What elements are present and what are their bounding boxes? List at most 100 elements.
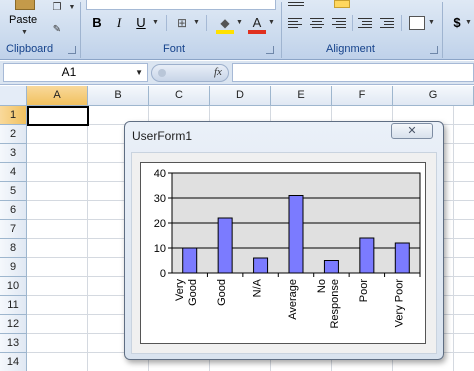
copy-dropdown-icon[interactable]: ▼ [64,2,80,14]
userform-dialog: UserForm1 ✕ 0 10 20 30 40 Very Good Good N/A Aver… [124,121,444,360]
close-button[interactable]: ✕ [391,123,433,139]
bar-7 [394,242,410,274]
column-header-e[interactable]: E [271,86,332,106]
row-header-11[interactable]: 11 [0,296,27,315]
formula-bar: A1 ▼ fx [0,61,474,85]
align-center-icon[interactable] [310,16,326,30]
align-top-icon[interactable] [288,0,304,8]
clipboard-launcher-icon[interactable] [68,46,76,54]
italic-button[interactable]: I [110,13,128,33]
row-header-7[interactable]: 7 [0,220,27,239]
chart-image: 0 10 20 30 40 Very Good Good N/A Average No Respons… [140,162,426,344]
font-color-swatch [248,30,266,34]
userform-client-area: 0 10 20 30 40 Very Good Good N/A Average No Respons… [131,152,437,354]
bar-2 [217,217,233,274]
font-launcher-icon[interactable] [266,46,274,54]
column-header-c[interactable]: C [149,86,210,106]
row-header-4[interactable]: 4 [0,163,27,182]
underline-dropdown-icon[interactable]: ▼ [152,13,159,33]
paste-button[interactable]: Paste ▼ [6,0,44,38]
insert-function-button[interactable]: fx [214,66,222,78]
alignment-group-label: Alignment [326,43,375,55]
x-tick-label: Very [174,279,186,302]
column-header-d[interactable]: D [210,86,271,106]
y-tick-label: 10 [154,243,166,255]
merge-center-icon[interactable] [409,16,425,30]
bar-chart: 010203040Very Good Good N/A Average No Respons… [154,168,421,329]
format-painter-icon[interactable]: ✎ [49,24,65,36]
row-header-12[interactable]: 12 [0,315,27,334]
row-header-9[interactable]: 9 [0,258,27,277]
ribbon: Paste ▼ ❐ ▼ ✎ Clipboard B I U ▼ ⊞ ▼ ◆ ▼ … [0,0,474,60]
column-header-g[interactable]: G [393,86,474,106]
increase-indent-icon[interactable] [380,16,396,30]
column-header-a[interactable]: A [27,86,88,106]
font-group-label: Font [163,43,186,55]
fill-color-swatch [216,30,234,34]
font-name-box[interactable] [86,0,276,10]
underline-button[interactable]: U [132,13,150,33]
divider [206,15,207,31]
currency-button[interactable]: $ [448,13,466,33]
excel-window: Paste ▼ ❐ ▼ ✎ Clipboard B I U ▼ ⊞ ▼ ◆ ▼ … [0,0,474,371]
currency-dropdown-icon[interactable]: ▼ [465,13,472,33]
x-tick-label: Response [329,279,341,329]
alignment-launcher-icon[interactable] [430,46,438,54]
align-middle-icon[interactable] [334,0,350,8]
x-tick-label: No [316,279,328,293]
borders-dropdown-icon[interactable]: ▼ [193,13,200,33]
merge-dropdown-icon[interactable]: ▼ [428,13,435,33]
clipboard-icon [15,0,35,10]
row-header-13[interactable]: 13 [0,334,27,353]
x-tick-label: N/A [252,278,264,297]
close-icon: ✕ [407,125,417,137]
group-divider [442,2,443,58]
align-left-icon[interactable] [288,16,304,30]
divider [401,15,402,31]
bold-button[interactable]: B [88,13,106,33]
row-header-1[interactable]: 1 [0,106,27,125]
bar-4 [288,195,304,274]
row-header-5[interactable]: 5 [0,182,27,201]
fill-color-dropdown-icon[interactable]: ▼ [236,13,243,33]
userform-title: UserForm1 [132,129,193,143]
row-header-10[interactable]: 10 [0,277,27,296]
group-divider [281,2,282,58]
bar-3 [253,257,269,274]
row-header-6[interactable]: 6 [0,201,27,220]
resize-handle-icon[interactable] [158,69,166,77]
divider [352,15,353,31]
selected-cell[interactable] [27,106,89,126]
x-tick-label: Very Poor [393,279,405,328]
x-tick-label: Average [287,279,299,320]
bar-1 [182,247,198,274]
copy-icon[interactable]: ❐ [49,2,65,14]
column-header-f[interactable]: F [332,86,393,106]
x-tick-label: Good [216,279,228,306]
group-divider [80,2,81,58]
formula-input[interactable] [232,63,474,82]
font-color-dropdown-icon[interactable]: ▼ [268,13,275,33]
formula-controls: fx [151,64,229,82]
name-box-dropdown-icon[interactable]: ▼ [135,64,143,81]
bar-5 [323,260,339,274]
x-tick-label: Poor [358,279,370,303]
row-header-14[interactable]: 14 [0,353,27,371]
x-tick-label: Good [187,279,199,306]
row-header-2[interactable]: 2 [0,125,27,144]
clipboard-group-label: Clipboard [6,43,54,55]
column-header-b[interactable]: B [88,86,149,106]
name-box-value: A1 [61,65,77,79]
borders-icon[interactable]: ⊞ [173,13,191,33]
decrease-indent-icon[interactable] [358,16,374,30]
select-all-button[interactable] [0,86,27,106]
name-box[interactable]: A1 ▼ [3,63,148,82]
row-header-8[interactable]: 8 [0,239,27,258]
y-tick-label: 30 [154,193,166,205]
y-tick-label: 20 [154,218,166,230]
align-right-icon[interactable] [332,16,348,30]
divider [166,15,167,31]
y-tick-label: 40 [154,168,166,180]
row-header-3[interactable]: 3 [0,144,27,163]
paste-dropdown-icon[interactable]: ▼ [21,29,28,36]
